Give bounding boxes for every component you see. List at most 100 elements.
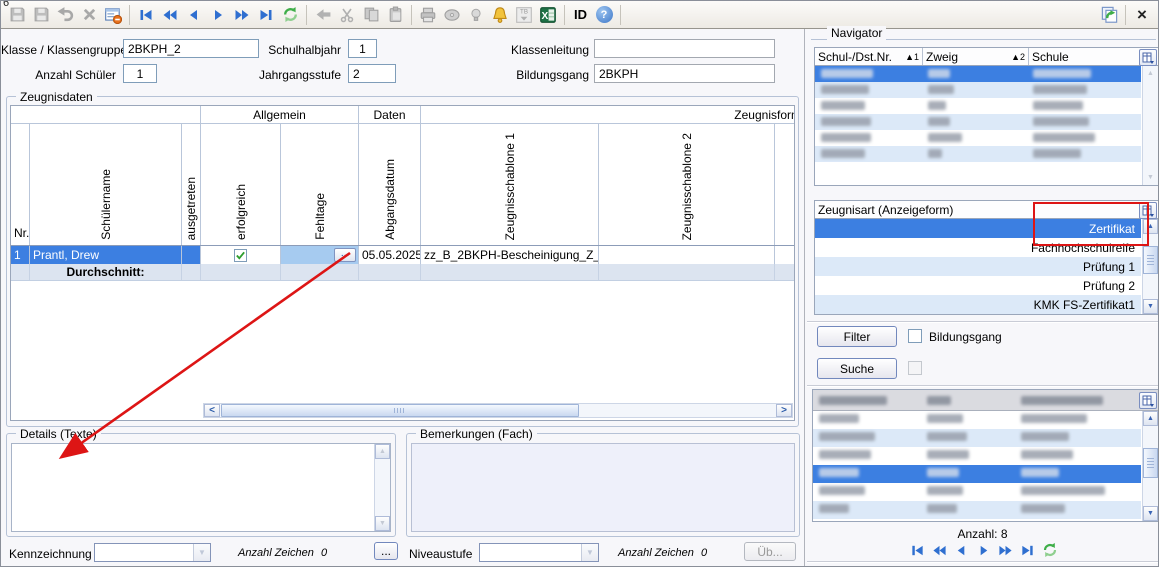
scroll-up-button[interactable]: ▲ — [1143, 411, 1158, 426]
scroll-down-button[interactable]: ▼ — [1143, 506, 1158, 521]
details-more-button[interactable]: ... — [374, 542, 398, 560]
anzahl-schueler-input[interactable]: 1 — [123, 64, 157, 83]
refresh-button[interactable] — [278, 3, 302, 27]
cell-erfolgreich[interactable] — [200, 246, 280, 264]
col-header-zeugnisschablone2[interactable]: Zeugnisschablone 2 — [598, 124, 774, 245]
id-button[interactable]: ID — [569, 3, 592, 27]
navigator-col-schule[interactable]: Schule — [1029, 48, 1138, 65]
uebernehmen-button[interactable]: Üb... — [744, 542, 796, 561]
col-header-ausgetreten[interactable]: ausgetreten — [181, 124, 200, 245]
last-record-button[interactable] — [254, 3, 278, 27]
scroll-down-button[interactable]: ▼ — [375, 516, 390, 531]
suche-button[interactable]: Suche — [817, 358, 897, 379]
cut-button[interactable] — [335, 3, 359, 27]
notification-button[interactable] — [488, 3, 512, 27]
close-button[interactable]: × — [1130, 3, 1154, 27]
scrollbar-track[interactable] — [1143, 426, 1158, 506]
col-header-erfolgreich[interactable]: erfolgreich — [200, 124, 280, 245]
results-row[interactable] — [813, 447, 1141, 465]
first-record-button[interactable] — [134, 3, 158, 27]
refresh-button[interactable] — [1042, 542, 1058, 558]
scroll-up-button[interactable]: ▲ — [1143, 66, 1158, 81]
results-row[interactable] — [813, 501, 1141, 519]
results-row-selected[interactable] — [813, 465, 1141, 483]
cell-zeugnisschablone2[interactable] — [598, 246, 774, 264]
fast-next-button[interactable] — [230, 3, 254, 27]
scrollbar-thumb[interactable] — [221, 404, 579, 417]
schulhalbjahr-input[interactable]: 1 — [348, 39, 377, 58]
hint-button[interactable] — [464, 3, 488, 27]
scrollbar-track[interactable] — [220, 404, 776, 417]
filter-button[interactable]: Filter — [817, 326, 897, 347]
suche-checkbox[interactable] — [908, 361, 922, 375]
navigator-scrollbar[interactable]: ▲ ▼ — [1142, 66, 1158, 185]
navigator-col-zweig[interactable]: Zweig ▲2 — [923, 48, 1029, 65]
first-record-button[interactable] — [910, 543, 925, 558]
col-header-fehltage[interactable]: Fehltage — [280, 124, 358, 245]
results-row[interactable] — [813, 429, 1141, 447]
scroll-down-button[interactable]: ▼ — [1143, 299, 1158, 314]
cell-nr[interactable]: 1 — [11, 246, 29, 264]
previous-record-button[interactable] — [182, 3, 206, 27]
tb-transfer-button[interactable]: TB TB — [512, 3, 536, 27]
scrollbar-track[interactable] — [375, 459, 390, 516]
bildungsgang-input[interactable]: 2BKPH — [594, 64, 775, 83]
student-row[interactable]: 1 Prantl, Drew ... 05.05.2025 zz_B_2BKPH… — [11, 246, 794, 264]
navigator-row[interactable] — [815, 130, 1141, 146]
klassenleitung-input[interactable] — [594, 39, 775, 58]
niveaustufe-combobox[interactable]: ▼ — [479, 543, 599, 562]
navigator-row[interactable] — [815, 82, 1141, 98]
scroll-left-button[interactable]: < — [204, 404, 220, 417]
results-row[interactable] — [813, 411, 1141, 429]
erfolgreich-checkbox[interactable] — [234, 249, 247, 262]
delete-button[interactable] — [77, 3, 101, 27]
table-horizontal-scrollbar[interactable]: < > — [203, 403, 793, 418]
navigator-row[interactable] — [815, 98, 1141, 114]
bemerkungen-textarea[interactable] — [411, 443, 795, 532]
results-row[interactable] — [813, 483, 1141, 501]
scrollbar-track[interactable] — [1143, 81, 1158, 170]
kennzeichnung-combobox[interactable]: ▼ — [94, 543, 211, 562]
cell-ausgetreten[interactable] — [181, 246, 200, 264]
previous-record-button[interactable] — [954, 543, 969, 558]
next-record-button[interactable] — [206, 3, 230, 27]
zeugnisart-item[interactable]: Prüfung 1 — [815, 257, 1141, 276]
cell-schuelername[interactable]: Prantl, Drew — [29, 246, 181, 264]
col-header-nr[interactable]: Nr. — [11, 124, 29, 245]
col-header-schuelername[interactable]: Schülername — [29, 124, 181, 245]
navigator-row[interactable] — [815, 114, 1141, 130]
fehltage-ellipsis-button[interactable]: ... — [334, 248, 356, 262]
record-form-button[interactable] — [101, 3, 125, 27]
zeugnisart-item[interactable]: KMK FS-Zertifikat1 — [815, 295, 1141, 314]
chevron-down-icon[interactable]: ▼ — [581, 544, 598, 561]
details-scrollbar[interactable]: ▲ ▼ — [374, 444, 390, 531]
navigator-row[interactable] — [815, 146, 1141, 162]
navigator-col-schulnr[interactable]: Schul-/Dst.Nr. ▲1 — [815, 48, 923, 65]
scroll-right-button[interactable]: > — [776, 404, 792, 417]
switch-view-button[interactable] — [1097, 3, 1121, 27]
cell-zeugnisschablone1[interactable]: zz_B_2BKPH-Bescheinigung_Z_A4... — [420, 246, 598, 264]
fast-previous-button[interactable] — [932, 543, 947, 558]
zeugnisart-item[interactable]: Prüfung 2 — [815, 276, 1141, 295]
export-disk-button[interactable] — [440, 3, 464, 27]
fast-previous-button[interactable] — [158, 3, 182, 27]
last-record-button[interactable] — [1020, 543, 1035, 558]
col-header-abgangsdatum[interactable]: Abgangsdatum — [358, 124, 420, 245]
paste-button[interactable] — [383, 3, 407, 27]
bildungsgang-checkbox[interactable] — [908, 329, 922, 343]
save-button[interactable] — [29, 3, 53, 27]
results-gridview-button[interactable] — [1139, 392, 1157, 409]
jahrgangsstufe-input[interactable]: 2 — [348, 64, 396, 83]
scrollbar-thumb[interactable] — [1143, 246, 1158, 274]
copy-button[interactable] — [359, 3, 383, 27]
excel-export-button[interactable]: X — [536, 3, 560, 27]
col-header-zeugnisschablone1[interactable]: Zeugnisschablone 1 — [420, 124, 598, 245]
scroll-up-button[interactable]: ▲ — [375, 444, 390, 459]
navigator-gridview-button[interactable] — [1139, 49, 1157, 66]
navigator-row[interactable] — [815, 66, 1141, 82]
fast-next-button[interactable] — [998, 543, 1013, 558]
back-button[interactable] — [311, 3, 335, 27]
help-button[interactable]: ? — [592, 3, 616, 27]
scrollbar-thumb[interactable] — [1143, 448, 1158, 478]
cell-abgangsdatum[interactable]: 05.05.2025 — [358, 246, 420, 264]
